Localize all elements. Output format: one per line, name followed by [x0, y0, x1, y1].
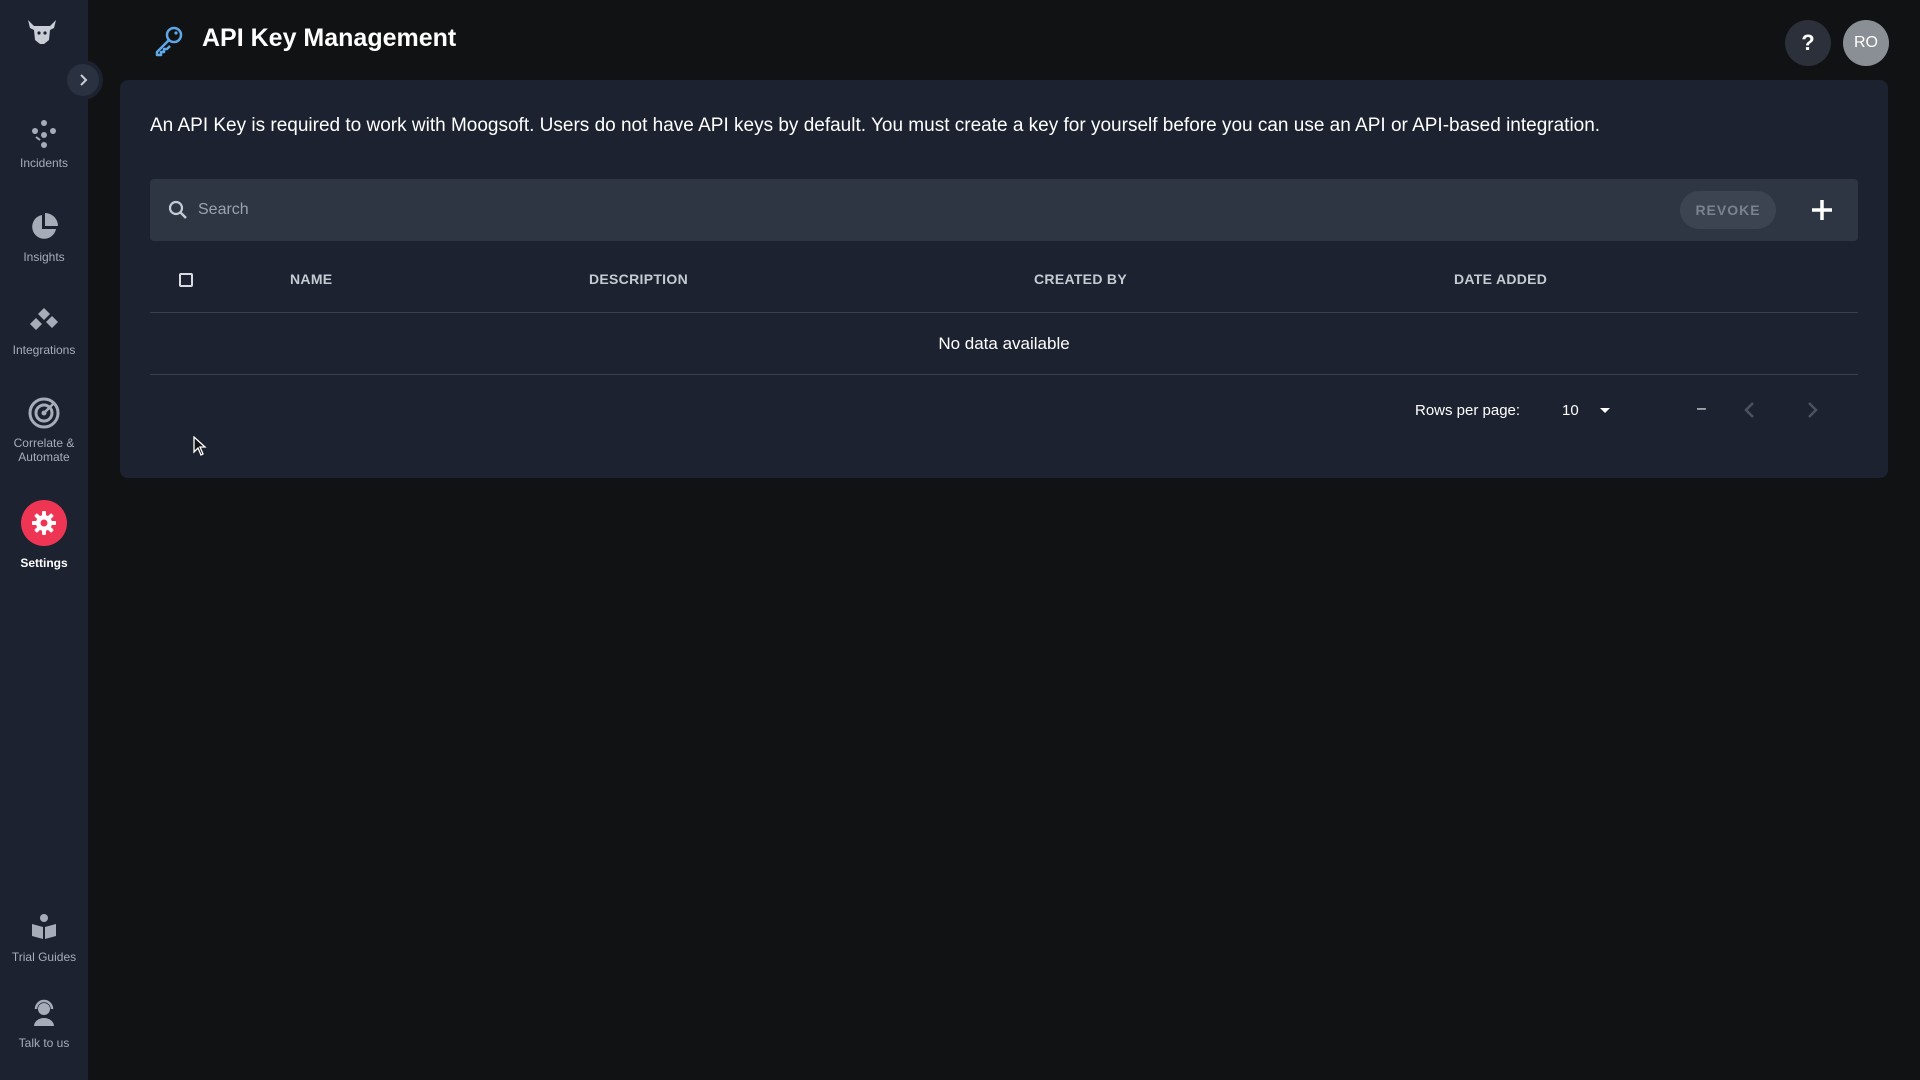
key-icon	[152, 24, 186, 58]
help-button[interactable]: ?	[1785, 20, 1831, 66]
rows-per-page-label: Rows per page:	[1415, 402, 1521, 419]
page-title: API Key Management	[202, 24, 457, 52]
sidebar-item-label: Settings	[20, 556, 68, 570]
sidebar-item-label: Incidents	[19, 156, 69, 170]
table-toolbar: REVOKE	[150, 179, 1858, 241]
search-icon	[168, 200, 188, 220]
chevron-right-icon	[1808, 402, 1818, 418]
expand-sidebar-button[interactable]	[63, 60, 103, 100]
select-all-checkbox[interactable]	[179, 273, 193, 287]
chevron-left-icon	[1744, 402, 1754, 418]
column-header-created-by[interactable]: CREATED BY	[1034, 271, 1127, 287]
chevron-right-icon	[80, 74, 88, 86]
sidebar-item-label: Trial Guides	[11, 950, 77, 964]
sidebar-item-insights[interactable]: Insights	[0, 210, 88, 264]
sidebar-item-incidents[interactable]: Incidents	[0, 116, 88, 170]
plus-icon	[1812, 200, 1832, 220]
mouse-cursor-icon	[193, 435, 207, 456]
table-footer: Rows per page: 10 –	[150, 376, 1858, 446]
column-header-name[interactable]: NAME	[290, 271, 332, 287]
incidents-icon	[27, 116, 61, 150]
search-input[interactable]	[198, 195, 1348, 225]
target-icon	[27, 396, 61, 430]
pie-chart-icon	[27, 210, 61, 244]
intro-text: An API Key is required to work with Moog…	[150, 115, 1601, 136]
column-header-description[interactable]: DESCRIPTION	[589, 271, 688, 287]
integrations-icon	[27, 303, 61, 337]
sidebar-item-label: Talk to us	[18, 1036, 70, 1050]
moogsoft-logo-icon[interactable]	[24, 16, 60, 50]
sidebar-item-label: Correlate & Automate	[13, 436, 75, 464]
support-agent-icon	[27, 996, 61, 1030]
sidebar-item-label: Insights	[23, 250, 65, 264]
rows-per-page-select[interactable]: 10	[1562, 402, 1579, 419]
sidebar-item-integrations[interactable]: Integrations	[0, 303, 88, 357]
column-header-date-added[interactable]: DATE ADDED	[1454, 271, 1547, 287]
add-api-key-button[interactable]	[1806, 194, 1838, 226]
next-page-button[interactable]	[1800, 398, 1824, 422]
gear-icon	[21, 500, 67, 546]
sidebar-item-label: Integrations	[12, 343, 76, 357]
sidebar-item-correlate-automate[interactable]: Correlate & Automate	[0, 396, 88, 464]
caret-down-icon[interactable]	[1598, 403, 1612, 417]
sidebar-item-talk-to-us[interactable]: Talk to us	[0, 996, 88, 1050]
sidebar: Incidents Insights Integrations Correlat…	[0, 0, 103, 1080]
revoke-button[interactable]: REVOKE	[1680, 191, 1776, 229]
sidebar-item-settings[interactable]: Settings	[0, 500, 88, 570]
pagination-range: –	[1697, 400, 1706, 417]
table-header: NAME DESCRIPTION CREATED BY DATE ADDED	[150, 243, 1858, 313]
previous-page-button[interactable]	[1738, 398, 1762, 422]
sidebar-item-trial-guides[interactable]: Trial Guides	[0, 910, 88, 964]
book-reader-icon	[27, 910, 61, 944]
empty-state-text: No data available	[150, 313, 1858, 375]
api-key-card: An API Key is required to work with Moog…	[120, 80, 1888, 478]
avatar[interactable]: RO	[1843, 20, 1889, 66]
